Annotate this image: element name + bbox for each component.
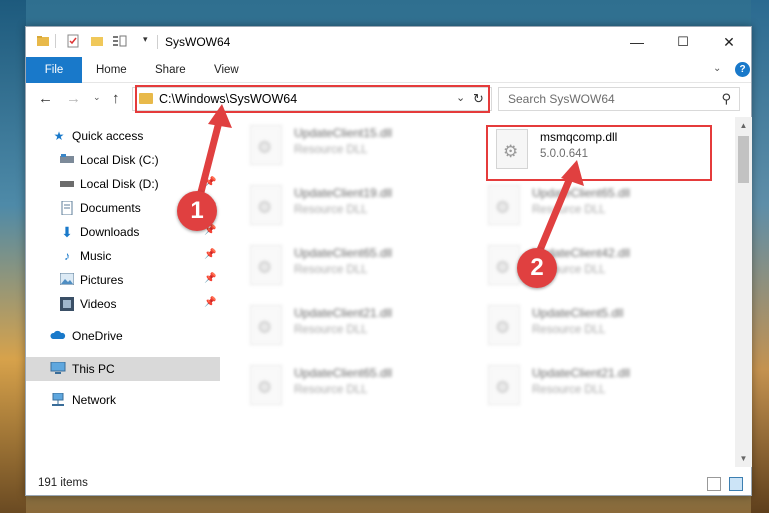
file-tile[interactable]: ⚙ UpdateClient65.dll Resource DLL xyxy=(480,183,710,233)
cloud-icon xyxy=(50,329,66,343)
file-tile[interactable]: ⚙ UpdateClient21.dll Resource DLL xyxy=(480,363,710,413)
file-list: ⚙ UpdateClient15.dll Resource DLL ⚙ Upda… xyxy=(222,117,735,467)
file-highlight-box xyxy=(486,125,712,181)
pin-icon[interactable]: 📌 xyxy=(204,297,216,308)
pin-icon[interactable]: 📌 xyxy=(204,177,216,188)
sidebar-item-pictures[interactable]: Pictures 📌 xyxy=(26,269,220,291)
close-button[interactable]: ✕ xyxy=(706,27,752,57)
dll-file-icon: ⚙ xyxy=(488,365,520,405)
up-arrow-icon[interactable]: ↑ xyxy=(112,90,120,107)
pictures-icon xyxy=(59,272,75,287)
customize-toolbar-icon[interactable] xyxy=(112,34,128,50)
folder-icon[interactable] xyxy=(36,34,50,50)
address-highlight-box xyxy=(135,85,490,113)
sidebar-item-this-pc[interactable]: This PC xyxy=(26,357,220,381)
quick-access-dropdown-icon[interactable]: ▾ xyxy=(143,34,148,50)
minimize-button[interactable]: — xyxy=(614,27,660,57)
scroll-thumb[interactable] xyxy=(738,136,749,183)
sidebar-item-network[interactable]: Network xyxy=(26,389,220,411)
ribbon-tabs: File Home Share View ⌄ ? xyxy=(26,57,751,83)
sidebar-item-videos[interactable]: Videos 📌 xyxy=(26,293,220,315)
dll-file-icon: ⚙ xyxy=(250,185,282,225)
sidebar-item-music[interactable]: ♪ Music 📌 xyxy=(26,245,220,267)
music-icon: ♪ xyxy=(64,249,70,263)
forward-arrow-icon[interactable]: → xyxy=(66,90,81,107)
dll-file-icon: ⚙ xyxy=(250,245,282,285)
help-icon[interactable]: ? xyxy=(735,62,750,77)
toolbar-divider xyxy=(55,34,56,48)
star-icon: ★ xyxy=(53,129,65,143)
desktop-background-left xyxy=(0,0,26,513)
search-box[interactable]: Search SysWOW64 ⚲ xyxy=(498,87,740,111)
file-tile[interactable]: ⚙ UpdateClient65.dll Resource DLL xyxy=(242,243,472,293)
expand-ribbon-icon[interactable]: ⌄ xyxy=(713,63,721,74)
drive-icon xyxy=(60,153,74,167)
status-bar: 191 items xyxy=(26,473,751,495)
download-icon: ⬇ xyxy=(61,224,73,240)
network-icon xyxy=(50,392,64,407)
window-title: SysWOW64 xyxy=(165,35,231,49)
tab-file[interactable]: File xyxy=(26,57,82,83)
pin-icon[interactable]: 📌 xyxy=(204,249,216,260)
maximize-button[interactable]: ☐ xyxy=(660,27,706,57)
back-arrow-icon[interactable]: ← xyxy=(38,90,53,107)
dll-file-icon: ⚙ xyxy=(488,185,520,225)
dll-file-icon: ⚙ xyxy=(488,305,520,345)
file-explorer-window: ▾ SysWOW64 — ☐ ✕ File Home Share View ⌄ … xyxy=(25,26,752,496)
file-tile[interactable]: ⚙ UpdateClient21.dll Resource DLL xyxy=(242,303,472,353)
dll-file-icon: ⚙ xyxy=(250,365,282,405)
drive-icon xyxy=(60,177,74,191)
documents-icon xyxy=(60,200,74,216)
navigation-pane: ★ Quick access Local Disk (C:) Local Dis… xyxy=(26,117,220,467)
item-count: 191 items xyxy=(38,477,88,489)
dll-file-icon: ⚙ xyxy=(488,245,520,285)
tab-home[interactable]: Home xyxy=(96,57,127,83)
new-folder-icon[interactable] xyxy=(90,34,104,50)
file-tile[interactable]: ⚙ UpdateClient42.dll Resource DLL xyxy=(480,243,710,293)
tab-view[interactable]: View xyxy=(214,57,239,83)
title-divider xyxy=(157,35,158,49)
dll-file-icon: ⚙ xyxy=(250,125,282,165)
search-input[interactable]: Search SysWOW64 xyxy=(508,92,615,106)
sidebar-item-quick-access[interactable]: ★ Quick access xyxy=(26,125,220,147)
callout-2: 2 xyxy=(517,248,557,288)
file-tile[interactable]: ⚙ UpdateClient5.dll Resource DLL xyxy=(480,303,710,353)
file-tile[interactable]: ⚙ UpdateClient15.dll Resource DLL xyxy=(242,123,472,173)
large-icons-view-icon[interactable] xyxy=(729,477,743,491)
callout-1: 1 xyxy=(177,191,217,231)
videos-icon xyxy=(60,297,74,311)
dll-file-icon: ⚙ xyxy=(250,305,282,345)
search-icon: ⚲ xyxy=(721,91,731,106)
recent-locations-icon[interactable]: ⌄ xyxy=(93,92,101,103)
scroll-down-icon[interactable]: ▼ xyxy=(735,450,752,467)
vertical-scrollbar[interactable]: ▲ ▼ xyxy=(735,117,752,467)
file-tile[interactable]: ⚙ UpdateClient19.dll Resource DLL xyxy=(242,183,472,233)
sidebar-item-local-disk-c[interactable]: Local Disk (C:) xyxy=(26,149,220,171)
file-tile[interactable]: ⚙ UpdateClient65.dll Resource DLL xyxy=(242,363,472,413)
details-view-icon[interactable] xyxy=(707,477,721,491)
scroll-up-icon[interactable]: ▲ xyxy=(735,117,752,134)
sidebar-item-onedrive[interactable]: OneDrive xyxy=(26,325,220,347)
tab-share[interactable]: Share xyxy=(155,57,186,83)
title-bar: ▾ SysWOW64 — ☐ ✕ xyxy=(26,27,751,57)
computer-icon xyxy=(50,361,66,376)
properties-icon[interactable] xyxy=(66,34,80,50)
pin-icon[interactable]: 📌 xyxy=(204,273,216,284)
desktop-background-right xyxy=(751,0,769,513)
